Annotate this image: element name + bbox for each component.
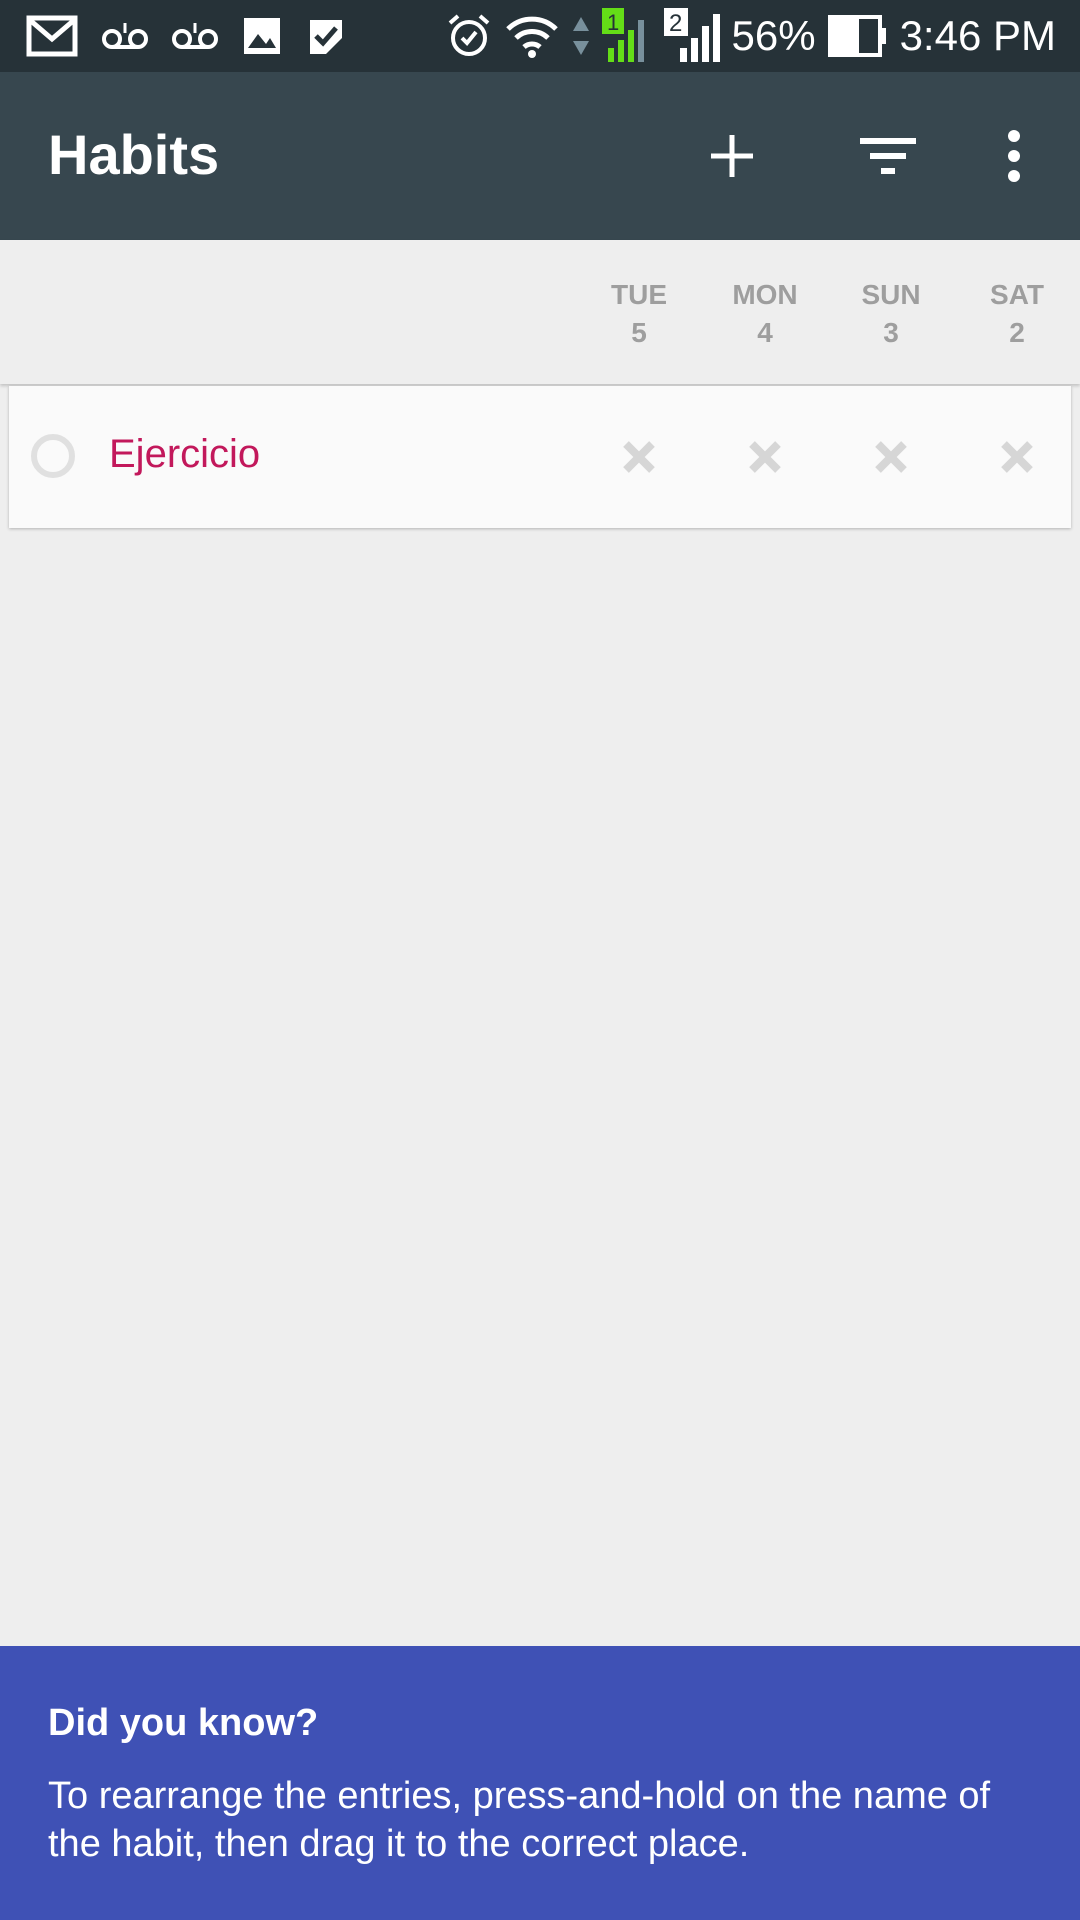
clock: 3:46 PM <box>899 12 1056 59</box>
battery-percent: 56% <box>731 12 816 59</box>
alarm-icon <box>446 13 492 59</box>
day-date: 3 <box>883 317 899 348</box>
day-header: TUE 5 MON 4 SUN 3 SAT 2 <box>0 240 1080 384</box>
voicemail-icon <box>102 21 148 51</box>
cross-icon <box>623 441 655 473</box>
more-options-button[interactable] <box>972 114 1056 198</box>
day-name: TUE <box>611 279 667 310</box>
day-date: 5 <box>631 317 647 348</box>
habit-row[interactable]: Ejercicio <box>9 386 1071 528</box>
checkmark-cell[interactable] <box>614 432 664 482</box>
add-habit-button[interactable] <box>690 114 774 198</box>
cross-icon <box>749 441 781 473</box>
page-title: Habits <box>48 123 220 186</box>
notification-icons <box>26 0 346 72</box>
data-arrows-icon <box>572 13 590 59</box>
system-icons: 1 2 56% 3:46 PM <box>446 0 1056 72</box>
day-column-header: SUN 3 <box>836 276 946 352</box>
checkmark-cell[interactable] <box>740 432 790 482</box>
sim1-label: 1 <box>607 10 619 35</box>
habit-score-ring-icon <box>31 434 75 478</box>
checkmark-cell[interactable] <box>866 432 916 482</box>
day-name: MON <box>732 279 798 310</box>
sim2-label: 2 <box>669 10 682 37</box>
checkmark-cell[interactable] <box>992 432 1042 482</box>
day-column-header: SAT 2 <box>962 276 1072 352</box>
cross-icon <box>1001 441 1033 473</box>
day-column-header: TUE 5 <box>584 276 694 352</box>
hint-title: Did you know? <box>48 1702 319 1744</box>
cross-icon <box>875 441 907 473</box>
wifi-icon <box>504 13 560 59</box>
image-icon <box>242 16 282 56</box>
hint-panel[interactable]: Did you know? To rearrange the entries, … <box>0 1646 1080 1920</box>
filter-icon <box>860 138 916 174</box>
battery-icon <box>827 15 888 57</box>
app-toolbar: Habits <box>0 72 1080 240</box>
day-name: SAT <box>990 279 1044 310</box>
voicemail-icon <box>172 21 218 51</box>
day-date: 4 <box>757 317 773 348</box>
day-name: SUN <box>861 279 921 310</box>
more-icon <box>1008 130 1020 182</box>
status-bar: 1 2 56% 3:46 PM <box>0 0 1080 72</box>
signal-sim2-icon: 2 <box>663 8 720 64</box>
gmail-icon <box>26 15 78 57</box>
hint-body: To rearrange the entries, press-and-hold… <box>48 1775 991 1865</box>
day-column-header: MON 4 <box>710 276 820 352</box>
day-date: 2 <box>1009 317 1025 348</box>
add-icon <box>711 135 753 177</box>
filter-button[interactable] <box>846 114 930 198</box>
habit-name[interactable]: Ejercicio <box>109 432 260 477</box>
tasks-icon <box>306 16 346 56</box>
signal-sim1-icon: 1 <box>601 8 652 64</box>
